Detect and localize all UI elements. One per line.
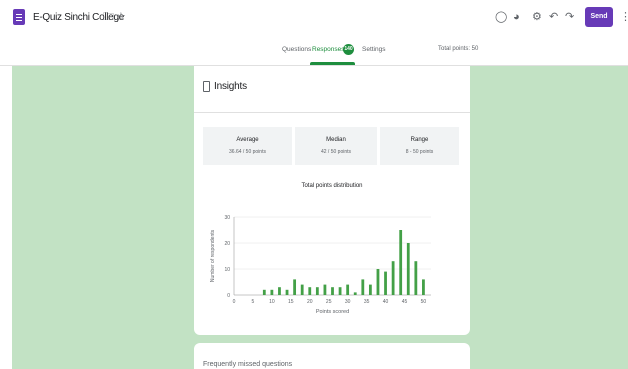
tab-questions[interactable]: Questions xyxy=(282,46,311,53)
x-tick-label: 10 xyxy=(269,299,275,305)
chart-bar xyxy=(361,279,365,295)
chart-bar xyxy=(376,269,380,295)
x-tick-label: 35 xyxy=(364,299,370,305)
card-divider xyxy=(194,112,470,113)
palette-icon[interactable]: ◯ xyxy=(495,11,507,23)
chart-bar xyxy=(384,271,387,295)
total-points: Total points: 50 xyxy=(438,46,479,52)
x-tick-label: 5 xyxy=(252,299,255,305)
redo-icon[interactable]: ↷ xyxy=(565,11,574,23)
more-vert-icon[interactable]: ⋮ xyxy=(620,10,628,23)
chart-bar xyxy=(399,230,403,295)
average-value: 36.64 / 50 points xyxy=(229,149,266,155)
x-tick-label: 20 xyxy=(307,299,313,305)
chart-bar xyxy=(308,287,312,295)
active-tab-indicator xyxy=(310,62,355,65)
average-label: Average xyxy=(236,137,259,143)
insights-icon xyxy=(203,81,210,92)
chart-bar xyxy=(406,243,410,295)
star-icon[interactable]: ☆ xyxy=(116,11,126,23)
points-distribution-chart: 0 10 20 30 0 5 10 15 20 25 30 35 40 45 50 Points scored… xyxy=(210,215,431,315)
average-stat: Average 36.64 / 50 points xyxy=(203,127,292,165)
app-header: E-Quiz Sinchi College 🗀 ☆ ◯ ◕ ⚙ ↶ ↷ Send… xyxy=(0,0,628,36)
chart-bar xyxy=(391,261,395,295)
chart-bar xyxy=(338,287,342,295)
chart-bar xyxy=(323,284,327,295)
x-axis-title: Points scored xyxy=(316,309,349,315)
y-tick-label: 20 xyxy=(224,241,230,247)
folder-icon[interactable]: 🗀 xyxy=(103,11,114,23)
y-tick-label: 30 xyxy=(224,215,230,221)
chart-bar xyxy=(293,279,297,295)
chart-bar xyxy=(346,284,350,295)
chart-bar xyxy=(300,284,304,295)
tab-settings[interactable]: Settings xyxy=(362,46,386,53)
missed-questions-title: Frequently missed questions xyxy=(203,361,293,368)
x-tick-label: 45 xyxy=(402,299,408,305)
chart-bar xyxy=(285,289,289,295)
range-label: Range xyxy=(410,137,429,143)
chart-bar xyxy=(414,261,418,295)
chart-bar xyxy=(368,284,372,295)
x-tick-label: 0 xyxy=(233,299,236,305)
x-tick-label: 25 xyxy=(326,299,332,305)
y-tick-label: 0 xyxy=(227,293,230,299)
tab-responses[interactable]: Responses xyxy=(312,46,345,53)
chart-bar xyxy=(315,287,319,295)
range-value: 8 - 50 points xyxy=(405,149,434,155)
insights-title: Insights xyxy=(214,81,247,92)
x-tick-label: 40 xyxy=(383,299,389,305)
x-tick-label: 30 xyxy=(345,299,351,305)
median-value: 42 / 50 points xyxy=(320,149,352,155)
settings-icon[interactable]: ⚙ xyxy=(532,11,542,23)
chart-bar xyxy=(331,287,334,295)
responses-count-badge: 140 xyxy=(343,44,354,55)
chart-bar xyxy=(262,289,266,295)
chart-bar xyxy=(353,292,357,295)
form-tabs: Questions Responses 140 Settings Total p… xyxy=(0,36,628,66)
y-axis-title: Number of respondents xyxy=(210,229,216,282)
chart-title: Total points distribution xyxy=(301,183,363,189)
send-button[interactable]: Send xyxy=(585,7,613,27)
chart-bar xyxy=(422,279,425,295)
forms-logo-icon[interactable] xyxy=(13,9,25,25)
median-label: Median xyxy=(326,137,346,143)
undo-icon[interactable]: ↶ xyxy=(549,11,558,23)
x-tick-label: 50 xyxy=(421,299,427,305)
y-tick-label: 10 xyxy=(224,267,230,273)
preview-icon[interactable]: ◕ xyxy=(513,11,520,23)
range-stat: Range 8 - 50 points xyxy=(380,127,459,165)
chart-bar xyxy=(270,289,274,295)
median-stat: Median 42 / 50 points xyxy=(295,127,377,165)
chart-bar xyxy=(278,287,281,295)
x-tick-label: 15 xyxy=(288,299,294,305)
